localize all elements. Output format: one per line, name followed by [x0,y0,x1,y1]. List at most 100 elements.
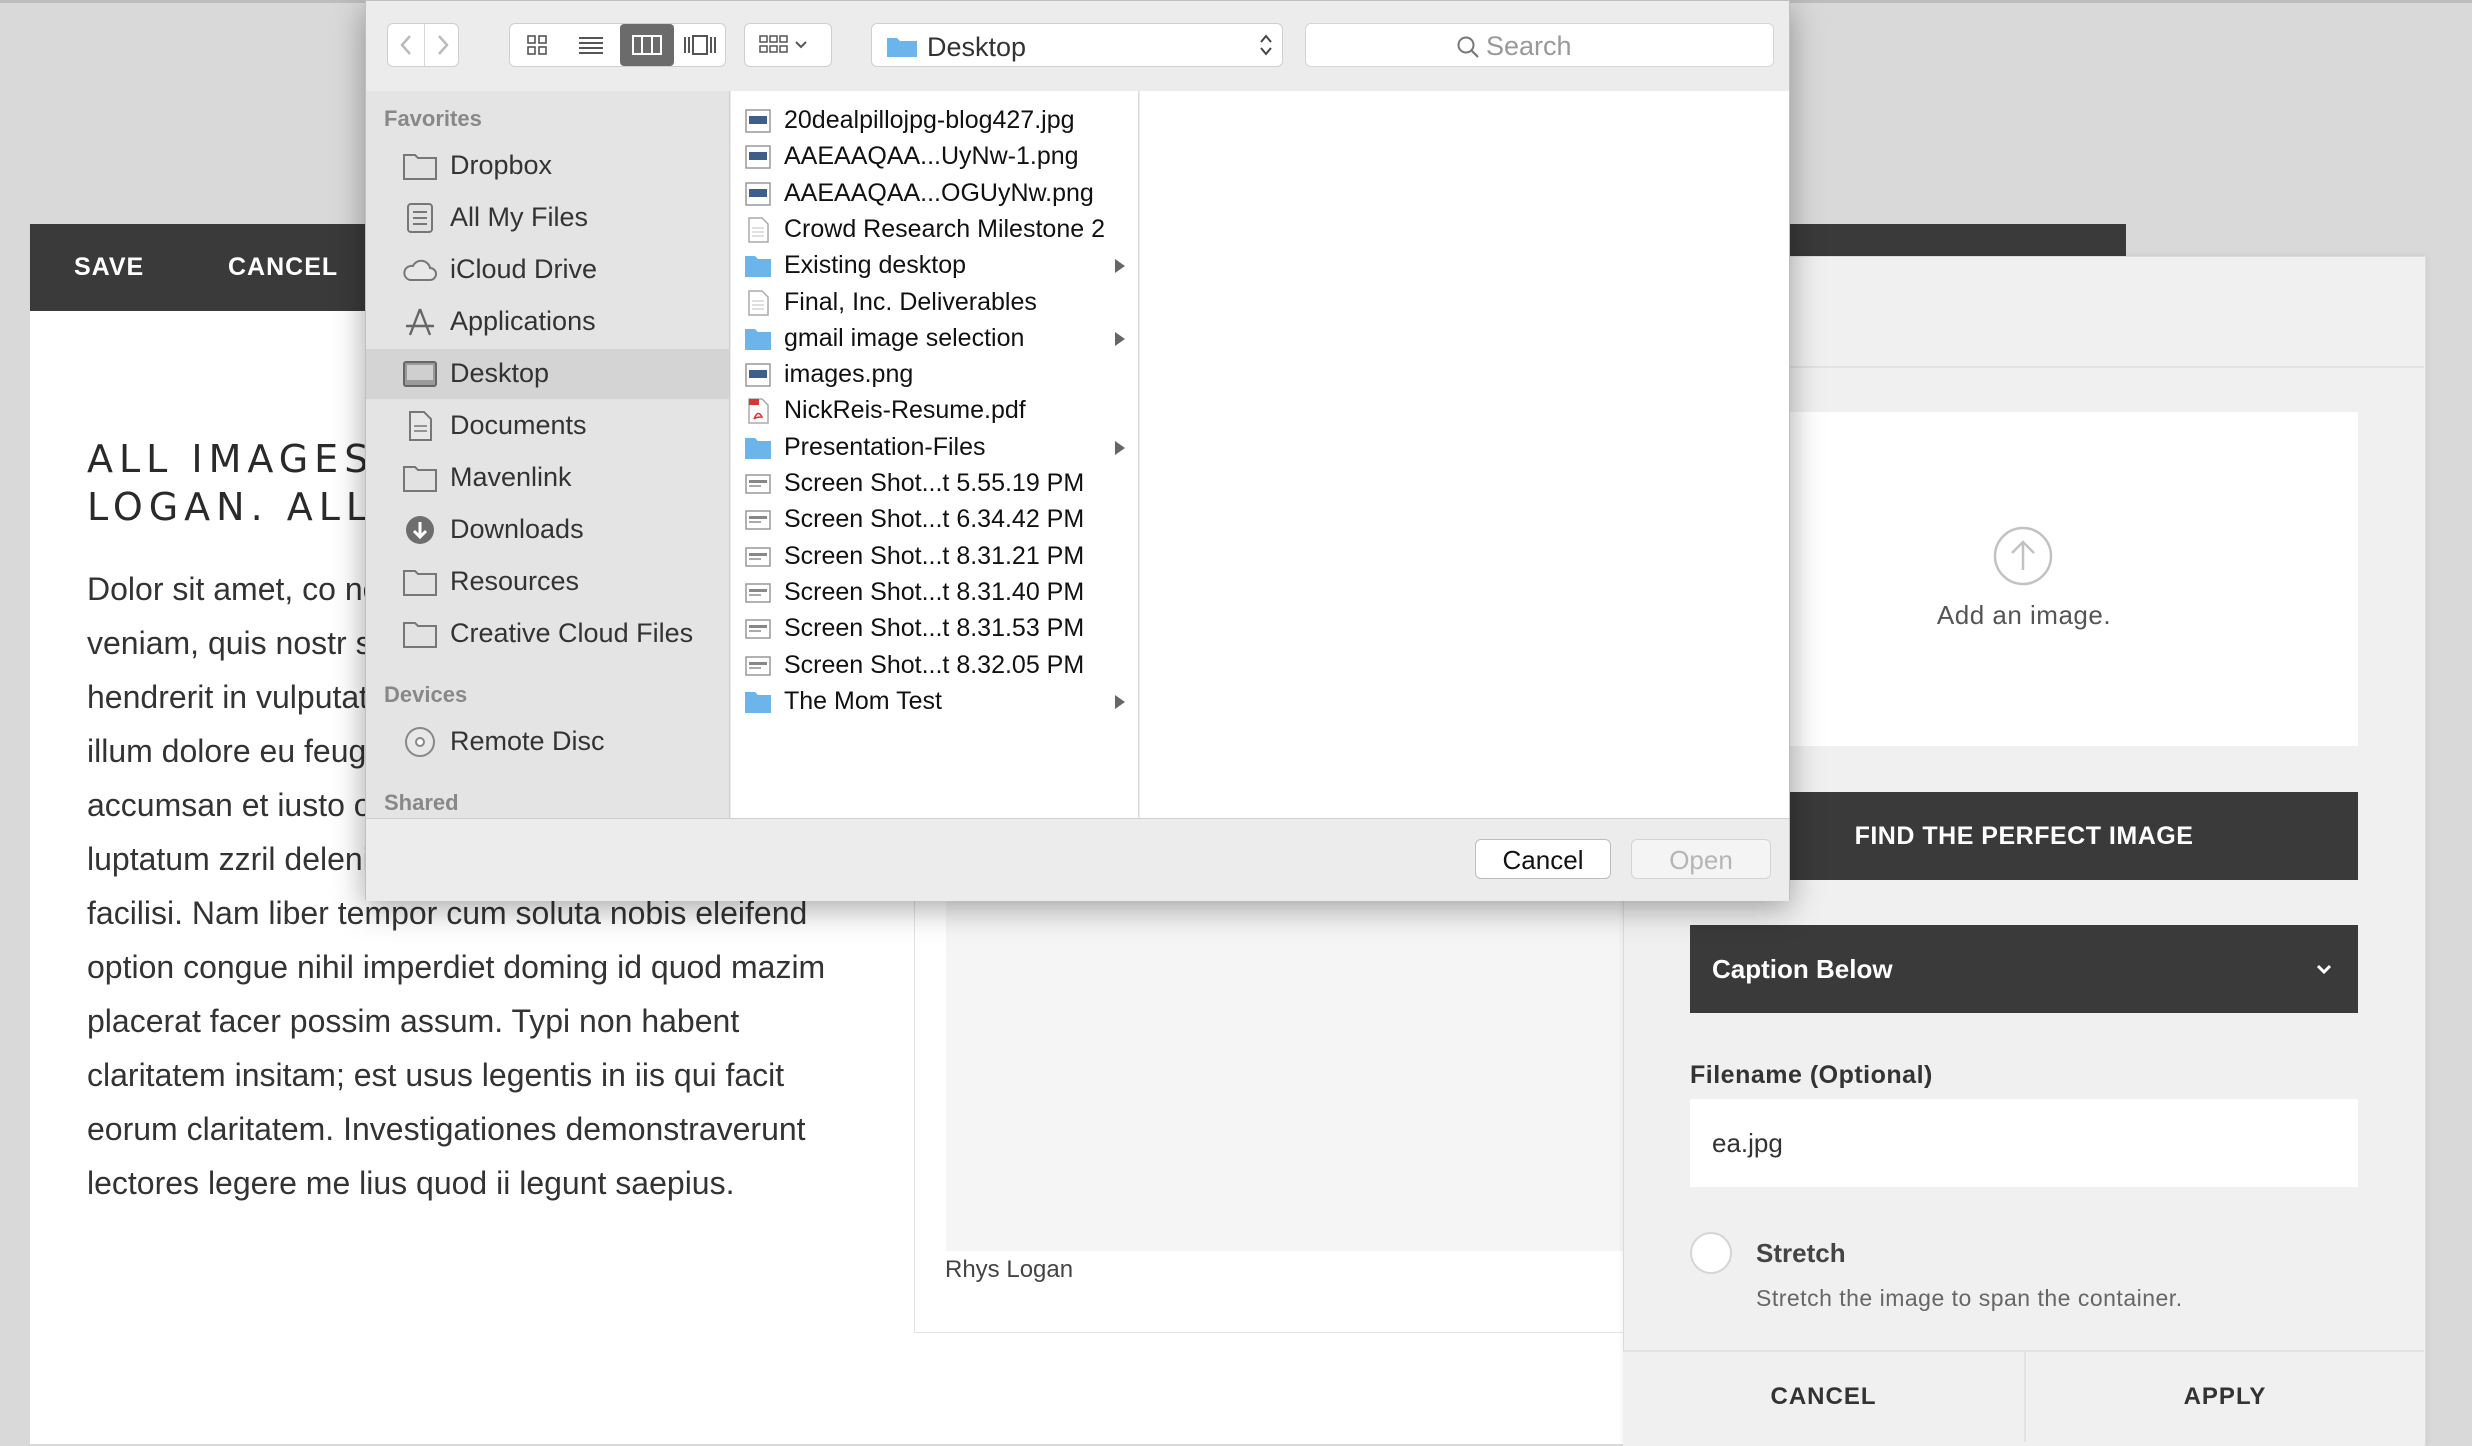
file-item[interactable]: Screen Shot...t 8.31.40 PM [731,575,1139,611]
file-open-dialog: Desktop Search Favorites Dropbox All My … [365,0,1790,901]
search-icon [1457,36,1479,58]
folder-icon [745,437,771,459]
folder-icon [745,691,771,713]
sidebar-item-mavenlink[interactable]: Mavenlink [366,453,729,503]
sidebar-item-label: Desktop [450,358,550,388]
file-name: AAEAAQAA...OGUyNw.png [784,178,1094,207]
folder-icon [403,622,437,648]
file-item[interactable]: images.png [731,357,1139,393]
devices-heading: Devices [384,682,468,707]
sidebar-item-remote-disc[interactable]: Remote Disc [366,717,729,767]
find-perfect-image-button[interactable]: FIND THE PERFECT IMAGE [1690,792,2358,880]
file-name: NickReis-Resume.pdf [784,396,1026,425]
image-caption: Rhys Logan [945,1256,1074,1283]
sidebar-item-icloud-drive[interactable]: iCloud Drive [366,245,729,295]
search-input[interactable]: Search [1305,23,1774,67]
location-label: Desktop [927,32,1027,62]
file-column: 20dealpillojpg-blog427.jpg AAEAAQAA...UyN… [731,91,1139,818]
image-file-icon [745,181,771,206]
image-file-icon [745,619,771,639]
folder-icon [403,466,437,492]
icon-view-button[interactable] [510,24,564,66]
chevron-left-icon [400,35,411,55]
folder-icon [403,154,437,180]
file-name: Screen Shot...t 8.31.40 PM [784,577,1085,606]
filename-label: Filename (Optional) [1690,1061,1933,1089]
file-name: The Mom Test [784,686,942,715]
image-file-icon [745,583,771,603]
folder-item[interactable]: Existing desktop [731,248,1139,284]
sidebar-item-documents[interactable]: Documents [366,401,729,451]
image-file-icon [745,474,771,494]
nav-buttons [387,23,459,67]
documents-icon [409,411,432,441]
panel-apply-button[interactable]: APPLY [2026,1352,2424,1442]
view-mode-group [509,23,726,67]
file-item[interactable]: Crowd Research Milestone 2 [731,212,1139,248]
all-files-icon [407,203,433,233]
folder-item[interactable]: The Mom Test [731,684,1139,720]
pdf-icon [748,398,769,425]
applications-icon [406,308,434,336]
caption-select-value: Caption Below [1712,954,1893,984]
sidebar-item-creative-cloud-files[interactable]: Creative Cloud Files [366,609,729,659]
file-item[interactable]: AAEAAQAA...OGUyNw.png [731,176,1139,212]
disclosure-arrow-icon [1115,331,1125,346]
caption-position-select[interactable]: Caption Below [1690,925,2358,1013]
dropzone-label: Add an image. [1936,600,2112,630]
cloud-icon [403,259,437,281]
chevron-down-icon [2316,964,2332,975]
sidebar-item-desktop[interactable]: Desktop [366,349,729,399]
sidebar-item-label: Creative Cloud Files [450,618,694,648]
stretch-label: Stretch [1756,1238,1846,1268]
image-file-icon [745,363,771,387]
back-button[interactable] [388,24,424,66]
file-item[interactable]: AAEAAQAA...UyNw-1.png [731,139,1139,175]
sidebar-item-label: Mavenlink [450,462,572,492]
file-item[interactable]: 20dealpillojpg-blog427.jpg [731,103,1139,139]
folder-icon [745,256,771,278]
sidebar-item-label: Documents [450,410,587,440]
image-file-icon [745,109,771,133]
list-view-button[interactable] [564,24,618,66]
panel-cancel-button[interactable]: CANCEL [1623,1352,2024,1442]
cover-flow-button[interactable] [674,24,726,66]
file-item[interactable]: Screen Shot...t 8.32.05 PM [731,648,1139,684]
file-name: Screen Shot...t 8.31.53 PM [784,614,1085,643]
filename-input[interactable] [1690,1099,2358,1187]
sidebar-item-dropbox[interactable]: Dropbox [366,141,729,191]
folder-item[interactable]: Presentation-Files [731,430,1139,466]
sidebar-item-label: Resources [450,566,580,596]
stretch-radio[interactable] [1690,1232,1732,1274]
favorites-heading: Favorites [384,106,482,131]
file-name: Screen Shot...t 8.32.05 PM [784,650,1085,679]
file-item[interactable]: NickReis-Resume.pdf [731,393,1139,429]
file-item[interactable]: Screen Shot...t 6.34.42 PM [731,502,1139,538]
file-item[interactable]: Screen Shot...t 8.31.21 PM [731,539,1139,575]
save-button[interactable]: SAVE [74,224,144,311]
file-item[interactable]: Screen Shot...t 8.31.53 PM [731,611,1139,647]
sidebar-item-applications[interactable]: Applications [366,297,729,347]
location-popup[interactable]: Desktop [871,23,1283,67]
file-name: 20dealpillojpg-blog427.jpg [784,106,1075,134]
dialog-cancel-button[interactable]: Cancel [1475,839,1611,879]
file-name: gmail image selection [784,323,1025,352]
file-item[interactable]: Screen Shot...t 5.55.19 PM [731,466,1139,502]
forward-button[interactable] [424,24,461,66]
file-name: Screen Shot...t 6.34.42 PM [784,505,1085,534]
sidebar-item-downloads[interactable]: Downloads [366,505,729,555]
file-name: AAEAAQAA...UyNw-1.png [784,142,1079,171]
disc-icon [405,727,435,757]
cancel-button[interactable]: CANCEL [228,224,338,311]
desktop-icon [403,361,437,387]
sidebar-item-all-my-files[interactable]: All My Files [366,193,729,243]
sidebar-item-resources[interactable]: Resources [366,557,729,607]
column-view-button[interactable] [620,24,674,66]
folder-item[interactable]: gmail image selection [731,321,1139,357]
arrange-menu-button[interactable] [744,23,832,67]
dialog-open-button[interactable]: Open [1631,839,1771,879]
file-item[interactable]: Final, Inc. Deliverables [731,285,1139,321]
sidebar-item-label: All My Files [450,202,589,232]
document-icon [748,217,769,243]
list-view-icon [579,37,603,54]
